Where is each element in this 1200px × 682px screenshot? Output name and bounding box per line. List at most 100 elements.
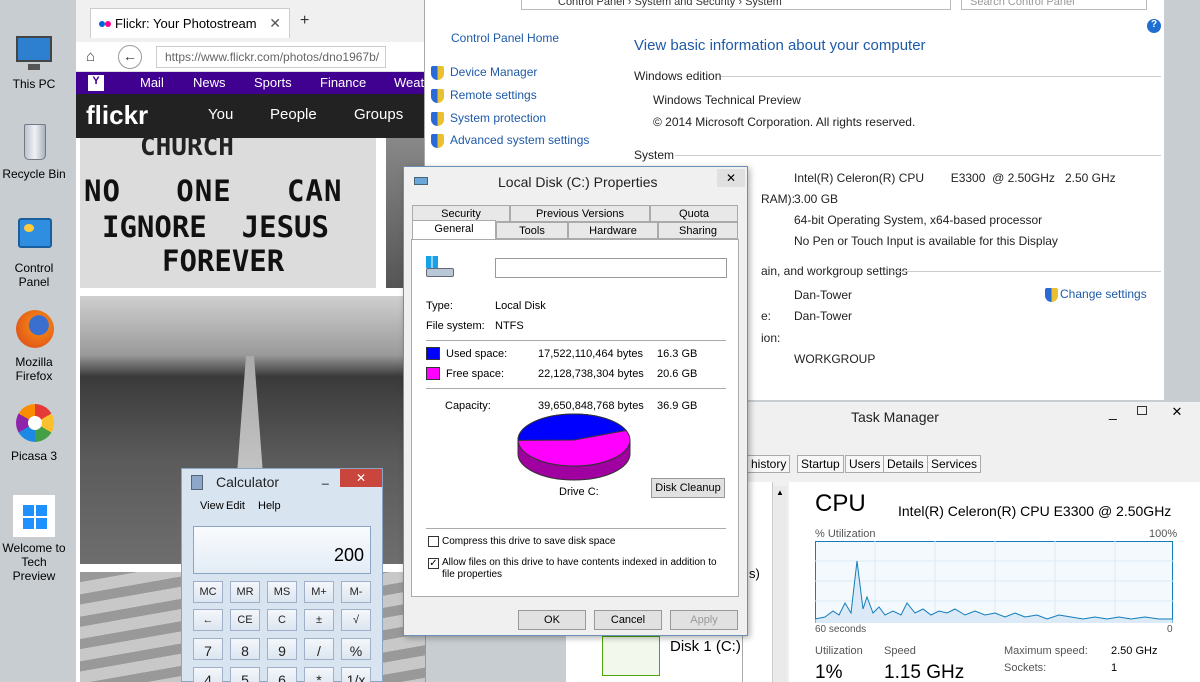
this-pc-shortcut[interactable]: This PC <box>0 30 68 91</box>
digit-9-button[interactable]: 9 <box>267 638 297 660</box>
utilization-value: 1% <box>815 662 843 682</box>
welcome-shortcut[interactable]: Welcome to Tech Preview <box>0 494 68 583</box>
recycle-bin-icon <box>12 120 56 164</box>
digit-7-button[interactable]: 7 <box>193 638 223 660</box>
negate-button[interactable]: ± <box>304 609 334 631</box>
icon-label: Control Panel <box>14 261 54 289</box>
disk-cleanup-button[interactable]: Disk Cleanup <box>651 478 725 498</box>
yahoo-weather-link[interactable]: Weat <box>394 75 424 90</box>
breadcrumb-item[interactable]: System and Security <box>634 0 735 8</box>
yahoo-sports-link[interactable]: Sports <box>254 75 292 90</box>
nav-people[interactable]: People <box>270 106 317 123</box>
minimize-icon[interactable]: _ <box>322 471 329 485</box>
menu-edit[interactable]: Edit <box>226 500 245 512</box>
url-field[interactable]: https://www.flickr.com/photos/dno1967b/ <box>156 46 386 68</box>
cancel-button[interactable]: Cancel <box>594 610 662 630</box>
new-tab-icon[interactable]: + <box>300 12 309 30</box>
system-protection-link[interactable]: System protection <box>431 111 546 126</box>
close-icon[interactable]: ✕ <box>717 169 745 187</box>
mc-button[interactable]: MC <box>193 581 223 603</box>
church-sign-photo[interactable]: CHURCH NO ONE CAN IGNORE JESUS FOREVER <box>80 138 376 288</box>
recycle-bin-shortcut[interactable]: Recycle Bin <box>0 120 68 181</box>
tab-tools[interactable]: Tools <box>496 222 568 239</box>
advanced-system-settings-link[interactable]: Advanced system settings <box>431 133 589 148</box>
breadcrumb-item[interactable]: Control Panel <box>558 0 625 8</box>
menu-view[interactable]: View <box>200 500 224 512</box>
divide-button[interactable]: / <box>304 638 334 660</box>
yahoo-finance-link[interactable]: Finance <box>320 75 366 90</box>
home-icon[interactable]: ⌂ <box>86 48 95 65</box>
close-icon[interactable]: ✕ <box>340 469 382 487</box>
backspace-button[interactable]: ← <box>193 609 223 631</box>
tab-services[interactable]: Services <box>927 455 982 473</box>
browser-tab[interactable]: Flickr: Your Photostream ✕ <box>90 8 290 38</box>
tab-quota[interactable]: Quota <box>650 205 738 222</box>
change-settings-link[interactable]: Change settings <box>1045 287 1147 302</box>
nav-you[interactable]: You <box>208 106 233 123</box>
tab-sharing[interactable]: Sharing <box>658 222 738 239</box>
max-speed-label: Maximum speed: <box>1004 645 1088 657</box>
breadcrumb[interactable]: Control Panel › System and Security › Sy… <box>521 0 951 10</box>
max-speed-value: 2.50 GHz <box>1111 645 1158 657</box>
multiply-button[interactable]: * <box>304 667 334 682</box>
tab-users[interactable]: Users <box>845 455 885 473</box>
disk-list-item[interactable]: Disk 1 (C:) <box>566 630 742 682</box>
firefox-shortcut[interactable]: Mozilla Firefox <box>0 308 68 383</box>
control-panel-icon <box>12 214 56 258</box>
firefox-icon <box>12 308 56 352</box>
scrollbar[interactable]: ▲ <box>773 486 787 682</box>
picasa-shortcut[interactable]: Picasa 3 <box>0 402 68 463</box>
m-plus-button[interactable]: M+ <box>304 581 334 603</box>
partial-label: s) <box>749 566 760 581</box>
control-panel-shortcut[interactable]: Control Panel <box>0 214 68 289</box>
digit-4-button[interactable]: 4 <box>193 667 223 682</box>
ok-button[interactable]: OK <box>518 610 586 630</box>
tab-hardware[interactable]: Hardware <box>568 222 658 239</box>
close-tab-icon[interactable]: ✕ <box>269 15 281 32</box>
menu-help[interactable]: Help <box>258 500 281 512</box>
digit-5-button[interactable]: 5 <box>230 667 260 682</box>
scroll-up-icon[interactable]: ▲ <box>775 488 785 498</box>
tab-startup[interactable]: Startup <box>797 455 844 473</box>
yahoo-logo-icon[interactable]: Y <box>88 75 104 91</box>
percent-button[interactable]: % <box>341 638 371 660</box>
address-bar: ⌂ ← https://www.flickr.com/photos/dno196… <box>76 42 425 72</box>
nav-groups[interactable]: Groups <box>354 106 403 123</box>
ce-button[interactable]: CE <box>230 609 260 631</box>
volume-label-input[interactable] <box>495 258 727 278</box>
breadcrumb-item[interactable]: System <box>745 0 782 8</box>
link-label: Remote settings <box>450 88 537 102</box>
mr-button[interactable]: MR <box>230 581 260 603</box>
device-manager-link[interactable]: Device Manager <box>431 65 537 80</box>
search-input[interactable]: Search Control Panel <box>961 0 1147 10</box>
sqrt-button[interactable]: √ <box>341 609 371 631</box>
disk-properties-dialog: Local Disk (C:) Properties ✕ Security Pr… <box>403 166 748 636</box>
index-checkbox[interactable]: ✓ <box>428 558 439 569</box>
yahoo-news-link[interactable]: News <box>193 75 226 90</box>
digit-6-button[interactable]: 6 <box>267 667 297 682</box>
shield-icon <box>431 88 444 103</box>
tab-details[interactable]: Details <box>883 455 928 473</box>
reciprocal-button[interactable]: 1/x <box>341 667 371 682</box>
maximize-icon[interactable] <box>1137 406 1147 415</box>
m-minus-button[interactable]: M- <box>341 581 371 603</box>
windows-logo-icon <box>12 494 56 538</box>
computer-icon <box>12 30 56 74</box>
tab-general[interactable]: General <box>412 220 496 240</box>
tab-previous-versions[interactable]: Previous Versions <box>510 205 650 222</box>
close-icon[interactable]: ✕ <box>1154 402 1200 422</box>
compress-checkbox[interactable] <box>428 536 439 547</box>
minimize-icon[interactable]: _ <box>1109 404 1117 420</box>
flickr-logo[interactable]: flickr <box>86 100 148 131</box>
free-space-label: Free space: <box>446 368 505 380</box>
back-icon[interactable]: ← <box>118 45 142 69</box>
windows-edition-header: Windows edition <box>634 69 722 83</box>
yahoo-mail-link[interactable]: Mail <box>140 75 164 90</box>
remote-settings-link[interactable]: Remote settings <box>431 88 537 103</box>
c-button[interactable]: C <box>267 609 297 631</box>
digit-8-button[interactable]: 8 <box>230 638 260 660</box>
ms-button[interactable]: MS <box>267 581 297 603</box>
help-icon[interactable]: ? <box>1147 19 1161 33</box>
control-panel-home-link[interactable]: Control Panel Home <box>451 31 559 45</box>
apply-button[interactable]: Apply <box>670 610 738 630</box>
